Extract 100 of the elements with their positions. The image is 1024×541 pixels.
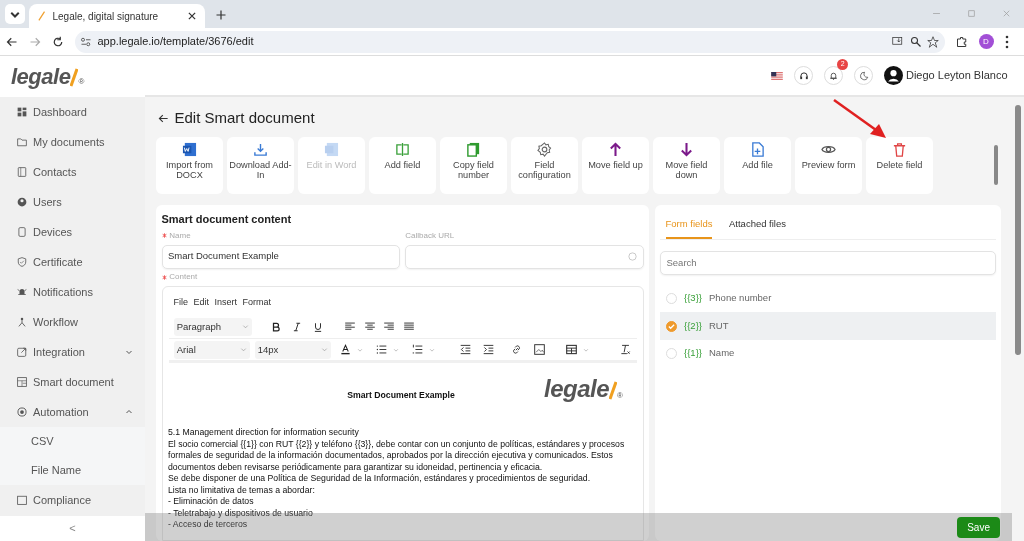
pen-icon <box>37 10 47 22</box>
profile-avatar[interactable]: D <box>978 34 994 49</box>
checkbox[interactable] <box>666 320 677 332</box>
sidebar-item[interactable]: Devices <box>0 217 145 247</box>
url-text: app.legale.io/template/3676/edit <box>97 34 255 50</box>
address-bar[interactable]: app.legale.io/template/3676/edit <box>74 30 945 53</box>
arrow-up-icon <box>608 142 623 157</box>
sidebar-item[interactable]: Contacts <box>0 157 145 187</box>
align-center-icon[interactable] <box>363 321 376 333</box>
more-icon[interactable] <box>1004 34 1009 49</box>
align-left-icon[interactable] <box>344 321 356 333</box>
justify-icon[interactable] <box>402 321 415 333</box>
field-label: Content <box>169 271 198 284</box>
toolbar-button[interactable]: Field configuration <box>511 137 578 194</box>
font-size-select[interactable]: 14px <box>255 340 331 359</box>
table-icon[interactable] <box>566 344 577 356</box>
sidebar-item[interactable]: Notifications <box>0 277 145 307</box>
sidebar-item[interactable]: Compliance <box>0 485 145 515</box>
logo-text: legale <box>11 65 71 88</box>
close-icon[interactable] <box>187 11 197 21</box>
back-icon[interactable] <box>158 112 169 124</box>
italic-icon[interactable] <box>292 321 302 332</box>
tab-list-icon[interactable] <box>5 4 25 24</box>
indent-icon[interactable] <box>482 344 494 356</box>
moon-icon <box>858 70 869 81</box>
sidebar-subitem[interactable]: CSV <box>0 427 145 456</box>
new-tab-icon[interactable] <box>215 9 227 21</box>
sidebar-subitem[interactable]: File Name <box>0 456 145 485</box>
collapse-button[interactable]: < <box>69 520 76 537</box>
toolbar-button[interactable]: Delete field <box>866 137 933 194</box>
form-field-item[interactable]: {{2}} RUT <box>660 312 996 340</box>
sidebar-item[interactable]: Integration <box>0 337 145 367</box>
sidebar-item[interactable]: Smart document <box>0 367 145 397</box>
toolbar-button[interactable]: Copy field number <box>440 137 507 194</box>
font-family-select[interactable]: Arial <box>174 340 250 359</box>
link-icon[interactable] <box>511 344 522 356</box>
document-title: Smart Document Example <box>346 388 456 401</box>
menu-item[interactable]: File <box>173 296 188 316</box>
form-field-item[interactable]: {{1}} Name <box>660 339 996 368</box>
toolbar-button[interactable]: Move field up <box>582 137 649 194</box>
checkbox[interactable] <box>666 293 677 304</box>
flag-icon[interactable] <box>771 71 784 80</box>
pen-mark-icon <box>70 67 79 88</box>
menu-item[interactable]: Insert <box>214 296 238 316</box>
document-paragraph: Se debe disponer de una Política de Seguridad de la Información, estándares y procedimientos de seguridad. <box>168 473 592 485</box>
sidebar-item[interactable]: Automation <box>0 397 145 427</box>
extensions-icon[interactable] <box>955 35 968 48</box>
required-icon <box>161 233 167 239</box>
bullet-list-icon[interactable] <box>376 344 387 356</box>
toolbar-button[interactable]: Move field down <box>653 137 720 194</box>
sidebar-item[interactable]: Certificate <box>0 247 145 277</box>
text-color-icon[interactable] <box>340 344 351 356</box>
scrollbar-thumb[interactable] <box>994 145 998 185</box>
sidebar-item[interactable]: My documents <box>0 127 145 157</box>
menu-item-icon <box>17 317 27 327</box>
name-field[interactable]: Smart Document Example <box>161 244 400 269</box>
field-label: Callback URL <box>405 229 456 242</box>
menu-item-icon <box>17 227 27 237</box>
search-field[interactable]: Search <box>660 250 996 275</box>
sidebar-item[interactable]: Dashboard <box>0 97 145 127</box>
download-icon <box>253 142 268 157</box>
align-right-icon[interactable] <box>383 321 395 333</box>
toolbar-button[interactable]: Add file <box>724 137 791 194</box>
back-icon[interactable] <box>5 35 18 48</box>
sidebar-item[interactable]: Users <box>0 187 145 217</box>
document-paragraph: El socio comercial {{1}} con RUT {{2}} y teléfono {{3}}, debe contar con un conjunto de políticas, estándares y procesos formales de seguridad de la información documentados, aprobados por la dirección ejecutiva y comunicados. Estos documentos deben revisarse periódicamente para garantizar su idoneidad, pertinencia y eficacia. <box>168 438 626 474</box>
clear-format-icon[interactable] <box>620 344 631 356</box>
user-name[interactable]: Diego Leyton Blanco <box>906 67 1008 84</box>
numbered-list-icon[interactable] <box>412 344 423 356</box>
form-field-item[interactable]: {{3}} Phone number <box>660 284 996 313</box>
menu-item-icon <box>17 137 27 147</box>
scrollbar-thumb[interactable] <box>1015 105 1021 355</box>
tab[interactable]: Attached files <box>729 216 787 239</box>
browser-tab[interactable]: Legale, digital signature <box>29 4 205 28</box>
callback-url-field[interactable] <box>405 244 644 269</box>
outdent-icon[interactable] <box>460 344 471 356</box>
bold-icon[interactable] <box>271 321 281 332</box>
site-settings-icon[interactable] <box>80 35 92 48</box>
toolbar-button[interactable]: Download Add-In <box>227 137 294 194</box>
toolbar-button[interactable]: Preview form <box>795 137 862 194</box>
menu-item-icon <box>17 167 27 177</box>
install-icon[interactable] <box>892 35 904 48</box>
save-button[interactable]: Save <box>957 516 1000 538</box>
toolbar-button[interactable]: Import from DOCX <box>156 137 223 194</box>
headset-icon <box>798 70 809 81</box>
underline-icon[interactable] <box>313 321 323 332</box>
menu-item[interactable]: Edit <box>193 296 210 316</box>
block-format-select[interactable]: Paragraph <box>174 317 252 336</box>
image-icon[interactable] <box>533 344 545 356</box>
registered-mark: ® <box>617 389 623 402</box>
field-label: Name <box>169 229 191 242</box>
avatar-icon[interactable] <box>884 66 904 85</box>
word-icon <box>324 142 339 157</box>
sidebar-item[interactable]: Workflow <box>0 307 145 337</box>
toolbar-button[interactable]: Add field <box>369 137 436 194</box>
checkbox[interactable] <box>666 348 677 359</box>
star-icon[interactable] <box>927 35 939 48</box>
reload-icon[interactable] <box>51 35 64 48</box>
menu-item[interactable]: Format <box>242 296 272 316</box>
zoom-icon[interactable] <box>909 35 922 48</box>
